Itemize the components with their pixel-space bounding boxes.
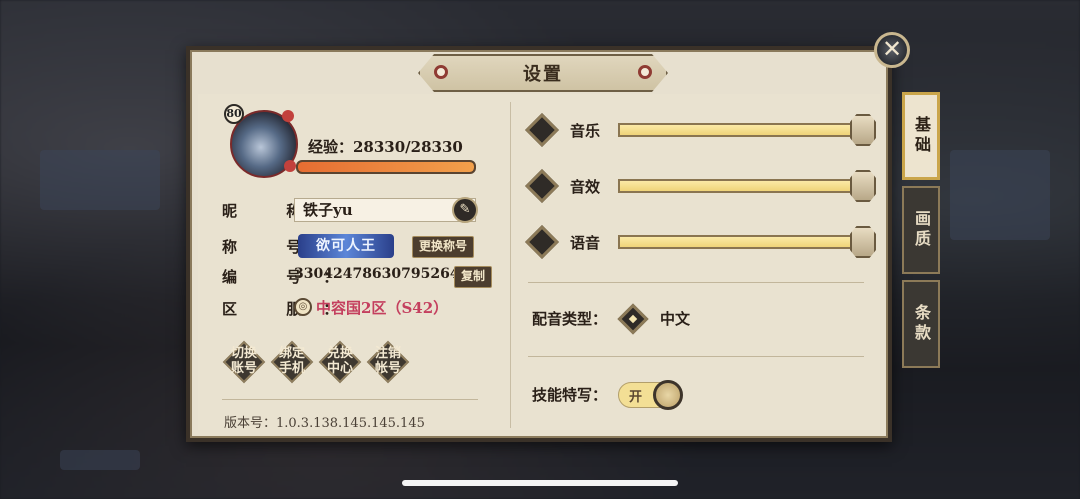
music-icon — [525, 113, 559, 147]
toggle-state: 开 — [629, 390, 643, 405]
exp-label: 经验：28330/28330 — [308, 138, 463, 156]
background-shape — [40, 150, 160, 210]
column-divider — [510, 102, 511, 428]
music-volume-slider[interactable] — [618, 123, 858, 137]
home-indicator[interactable] — [402, 480, 678, 486]
button-label: 注销 帐号 — [374, 346, 401, 376]
voice-slider-handle[interactable] — [850, 226, 876, 258]
slider-label: 音效 — [570, 178, 601, 196]
selector-dot — [628, 314, 638, 324]
right-divider — [528, 356, 864, 357]
background-shape — [60, 450, 140, 470]
flower-decoration-icon — [282, 110, 294, 122]
background-shape — [950, 150, 1050, 240]
redeem-center-button[interactable]: 兑换 中心 — [318, 340, 362, 384]
tab-terms[interactable]: 条款 — [902, 280, 940, 368]
title-ornament-icon — [434, 65, 448, 79]
dialog-body: 80 经验：28330/28330 昵 称： 铁子yu ✎ 称 号： 欲可人王 … — [198, 94, 880, 431]
button-label: 切换 账号 — [230, 346, 257, 376]
slider-label: 语音 — [570, 234, 601, 252]
close-button[interactable]: ✕ — [874, 32, 910, 68]
player-title-badge: 欲可人王 — [298, 234, 394, 258]
tab-graphics[interactable]: 画质 — [902, 186, 940, 274]
close-icon: ✕ — [881, 35, 903, 63]
voice-volume-slider[interactable] — [618, 235, 858, 249]
voice-icon — [525, 225, 559, 259]
sfx-icon — [525, 169, 559, 203]
dialog-title: 设置 — [523, 64, 563, 85]
voice-type-label: 配音类型： — [532, 310, 608, 328]
left-divider — [222, 399, 478, 400]
title-banner: 设置 — [418, 54, 668, 92]
bind-phone-button[interactable]: 绑定 手机 — [270, 340, 314, 384]
skill-closeup-label: 技能特写： — [532, 386, 608, 404]
button-label: 兑换 中心 — [326, 346, 353, 376]
copy-id-button[interactable]: 复制 — [454, 266, 493, 288]
change-title-button[interactable]: 更换称号 — [412, 236, 475, 258]
sfx-slider-handle[interactable] — [850, 170, 876, 202]
slider-fill — [620, 181, 856, 191]
server-icon: ◎ — [294, 298, 312, 316]
level-badge: 80 — [224, 104, 244, 124]
slider-fill — [620, 125, 856, 135]
nickname-field[interactable]: 铁子yu — [294, 198, 476, 222]
version-text: 版本号：1.0.3.138.145.145.145 — [224, 416, 425, 431]
settings-dialog: 设置 80 经验：28330/28330 昵 称： 铁子yu ✎ 称 号： 欲可… — [186, 46, 892, 442]
button-label: 绑定 手机 — [278, 346, 305, 376]
music-slider-handle[interactable] — [850, 114, 876, 146]
edit-nickname-button[interactable]: ✎ — [452, 197, 478, 223]
voice-type-selector-icon[interactable] — [617, 303, 649, 335]
sfx-volume-row: 音效 — [524, 168, 880, 204]
tab-basic[interactable]: 基础 — [902, 92, 940, 180]
slider-fill — [620, 237, 856, 247]
sfx-volume-slider[interactable] — [618, 179, 858, 193]
title-ornament-icon — [638, 65, 652, 79]
server-name: 中容国2区（S42） — [316, 299, 449, 317]
voice-volume-row: 语音 — [524, 224, 880, 260]
avatar[interactable]: 80 — [224, 104, 300, 180]
exp-progress-bar — [296, 160, 476, 174]
voice-type-value[interactable]: 中文 — [660, 308, 690, 329]
right-divider — [528, 282, 864, 283]
flower-decoration-icon — [284, 160, 296, 172]
player-id: 3304247863079526400 — [294, 266, 480, 282]
slider-label: 音乐 — [570, 122, 601, 140]
exp-progress-fill — [298, 162, 474, 172]
toggle-knob — [653, 380, 683, 410]
skill-closeup-toggle[interactable]: 开 — [618, 380, 683, 410]
pen-icon: ✎ — [459, 202, 471, 217]
switch-account-button[interactable]: 切换 账号 — [222, 340, 266, 384]
delete-account-button[interactable]: 注销 帐号 — [366, 340, 410, 384]
music-volume-row: 音乐 — [524, 112, 880, 148]
